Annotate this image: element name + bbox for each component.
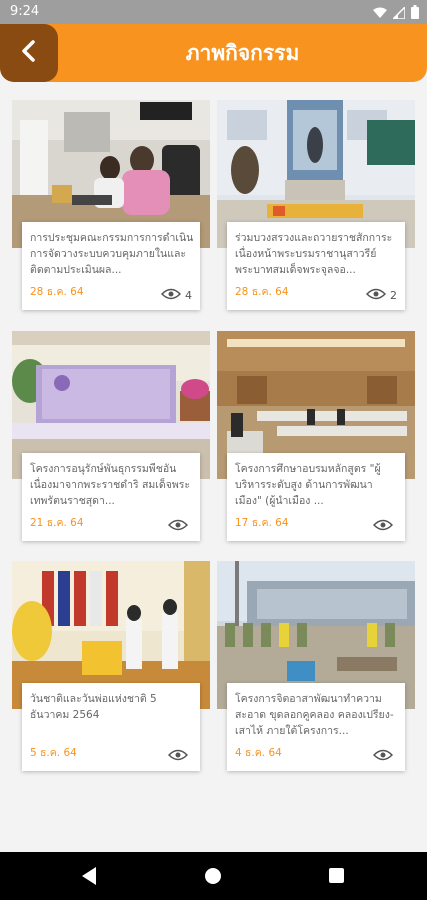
eye-icon [372, 519, 394, 534]
activity-title: วันชาติและวันพ่อแห่งชาติ 5 ธันวาคม 2564 [30, 693, 157, 721]
app-bar: ภาพกิจกรรม [0, 24, 427, 82]
activity-info: โครงการศึกษาอบรมหลักสูตร "ผู้บริหารระดับ… [227, 453, 405, 541]
activity-date: 28 ธ.ค. 64 [235, 286, 289, 298]
status-icons [373, 4, 419, 23]
nav-home-icon[interactable] [204, 867, 222, 889]
activity-date: 21 ธ.ค. 64 [30, 517, 84, 529]
eye-icon [365, 288, 387, 303]
eye-icon [372, 749, 394, 764]
view-count: 4 [160, 288, 192, 303]
back-button[interactable] [0, 24, 58, 82]
activity-info: โครงการอนุรักษ์พันธุกรรมพืชอันเนื่องมาจา… [22, 453, 200, 541]
eye-icon [167, 519, 189, 534]
activity-date: 4 ธ.ค. 64 [235, 747, 282, 759]
activity-info: วันชาติและวันพ่อแห่งชาติ 5 ธันวาคม 2564 … [22, 683, 200, 771]
chevron-left-icon [20, 39, 38, 67]
activity-date: 28 ธ.ค. 64 [30, 286, 84, 298]
status-bar: 9:24 [0, 0, 427, 24]
activity-title: โครงการอนุรักษ์พันธุกรรมพืชอันเนื่องมาจา… [30, 463, 191, 507]
eye-icon [167, 749, 189, 764]
eye-icon [160, 288, 182, 303]
view-count-value: 4 [185, 289, 192, 302]
nav-recents-icon[interactable] [328, 867, 345, 888]
activity-title: โครงการศึกษาอบรมหลักสูตร "ผู้บริหารระดับ… [235, 463, 381, 507]
signal-icon [391, 4, 406, 23]
nav-back-icon[interactable] [80, 866, 98, 890]
view-count [167, 519, 192, 534]
activity-title: ร่วมบวงสรวงและถวายราชสักการะ เนื่องหน้าพ… [235, 232, 393, 276]
activity-info: ร่วมบวงสรวงและถวายราชสักการะ เนื่องหน้าพ… [227, 222, 405, 310]
view-count [372, 519, 397, 534]
view-count-value: 2 [390, 289, 397, 302]
activity-title: โครงการจิตอาสาพัฒนาทำความสะอาด ขุดลอกคูค… [235, 693, 394, 737]
view-count [167, 749, 192, 764]
wifi-icon [373, 4, 387, 23]
activity-date: 5 ธ.ค. 64 [30, 747, 77, 759]
page-title: ภาพกิจกรรม [185, 41, 300, 65]
view-count: 2 [365, 288, 397, 303]
system-nav-bar [0, 852, 427, 900]
activity-date: 17 ธ.ค. 64 [235, 517, 289, 529]
activity-title: การประชุมคณะกรรมการการดำเนินการจัดวางระบ… [30, 232, 194, 276]
activity-info: การประชุมคณะกรรมการการดำเนินการจัดวางระบ… [22, 222, 200, 310]
status-time: 9:24 [10, 4, 40, 19]
activity-info: โครงการจิตอาสาพัฒนาทำความสะอาด ขุดลอกคูค… [227, 683, 405, 771]
battery-icon [411, 4, 419, 23]
view-count [372, 749, 397, 764]
